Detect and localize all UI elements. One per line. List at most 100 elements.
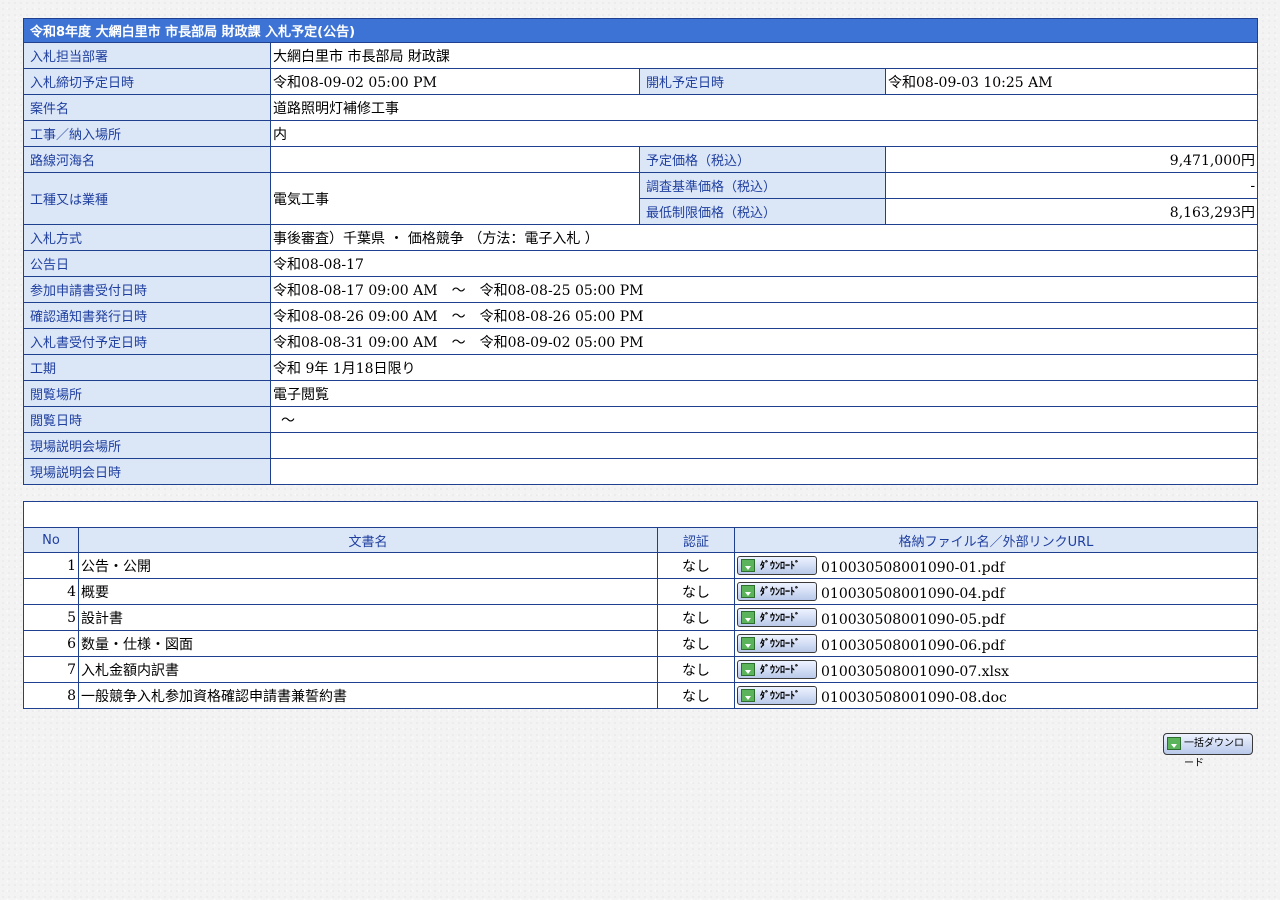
notice-title: 令和8年度 大網白里市 市長部局 財政課 入札予定(公告) [22, 18, 1259, 43]
doc-file-cell: ﾀﾞｳﾝﾛｰﾄﾞ 010030508001090-01.pdf [733, 552, 1259, 579]
place-value: 内 [269, 120, 1259, 147]
view-place-label: 閲覧場所 [23, 380, 271, 407]
confirm-value: 令和08-08-26 09:00 AM ～ 令和08-08-26 05:00 P… [269, 302, 1259, 329]
col-no-header: No [23, 527, 79, 553]
category-value: 電気工事 [270, 172, 640, 225]
route-label: 路線河海名 [23, 146, 271, 173]
category-label: 工種又は業種 [23, 172, 271, 225]
download-icon [741, 663, 755, 676]
bid-receipt-value: 令和08-08-31 09:00 AM ～ 令和08-09-02 05:00 P… [269, 328, 1259, 355]
dept-value: 大網白里市 市長部局 財政課 [269, 42, 1259, 69]
download-button-label: ﾀﾞｳﾝﾛｰﾄﾞ [760, 561, 800, 572]
download-button-label: ﾀﾞｳﾝﾛｰﾄﾞ [760, 691, 800, 702]
notice-table: 令和8年度 大網白里市 市長部局 財政課 入札予定(公告) 入札担当部署 大網白… [22, 18, 1259, 485]
doc-name: 設計書 [78, 604, 658, 631]
table-row: 4 概要 なし ﾀﾞｳﾝﾛｰﾄﾞ 010030508001090-04.pdf [23, 578, 1259, 605]
download-icon [741, 611, 755, 624]
doc-file-cell: ﾀﾞｳﾝﾛｰﾄﾞ 010030508001090-04.pdf [733, 578, 1259, 605]
case-value: 道路照明灯補修工事 [269, 94, 1259, 121]
download-button-label: ﾀﾞｳﾝﾛｰﾄﾞ [760, 587, 800, 598]
download-button[interactable]: ﾀﾞｳﾝﾛｰﾄﾞ [737, 686, 817, 705]
download-button[interactable]: ﾀﾞｳﾝﾛｰﾄﾞ [737, 634, 817, 653]
method-label: 入札方式 [23, 224, 271, 251]
table-row: 6 数量・仕様・図面 なし ﾀﾞｳﾝﾛｰﾄﾞ 010030508001090-06.pd… [23, 630, 1259, 657]
view-place-value: 電子閲覧 [269, 380, 1259, 407]
doc-no: 7 [23, 656, 79, 683]
table-row: 1 公告・公開 なし ﾀﾞｳﾝﾛｰﾄﾞ 010030508001090-01.pdf [23, 552, 1259, 579]
doc-no: 6 [23, 630, 79, 657]
doc-file-cell: ﾀﾞｳﾝﾛｰﾄﾞ 010030508001090-05.pdf [733, 604, 1259, 631]
doc-file-cell: ﾀﾞｳﾝﾛｰﾄﾞ 010030508001090-08.doc [733, 682, 1259, 709]
table-row: 7 入札金額内訳書 なし ﾀﾞｳﾝﾛｰﾄﾞ 010030508001090-07.xls… [23, 656, 1259, 683]
site-place-label: 現場説明会場所 [23, 432, 271, 459]
site-date-label: 現場説明会日時 [23, 458, 271, 485]
doc-file-name: 010030508001090-07.xlsx [821, 663, 1010, 680]
doc-no: 5 [23, 604, 79, 631]
term-value: 令和 9年 1月18日限り [269, 354, 1259, 381]
download-icon [741, 585, 755, 598]
view-date-label: 閲覧日時 [23, 406, 271, 433]
col-cert-header: 認証 [657, 527, 735, 553]
planned-price-value: 9,471,000円 [884, 146, 1259, 173]
method-value: 事後審査）千葉県 ・ 価格競争 （方法：電子入札 ） [269, 224, 1259, 251]
confirm-label: 確認通知書発行日時 [23, 302, 271, 329]
download-button-label: ﾀﾞｳﾝﾛｰﾄﾞ [760, 665, 800, 676]
doc-file-name: 010030508001090-08.doc [821, 689, 1007, 706]
doc-no: 8 [23, 682, 79, 709]
bulk-download-label: 一括ダウンロード [1184, 738, 1244, 769]
place-label: 工事／納入場所 [23, 120, 271, 147]
documents-rows: 1 公告・公開 なし ﾀﾞｳﾝﾛｰﾄﾞ 010030508001090-01.pdf 4 概… [23, 552, 1259, 709]
survey-price-value: - [884, 172, 1259, 199]
apply-label: 参加申請書受付日時 [23, 276, 271, 303]
site-date-value [269, 458, 1259, 485]
doc-file-name: 010030508001090-06.pdf [821, 637, 1005, 654]
route-value [270, 146, 640, 173]
download-button[interactable]: ﾀﾞｳﾝﾛｰﾄﾞ [737, 556, 817, 575]
download-icon [1167, 737, 1181, 750]
doc-file-name: 010030508001090-01.pdf [821, 559, 1005, 576]
table-row: 5 設計書 なし ﾀﾞｳﾝﾛｰﾄﾞ 010030508001090-05.pdf [23, 604, 1259, 631]
download-icon [741, 559, 755, 572]
site-place-value [269, 432, 1259, 459]
doc-cert: なし [657, 578, 735, 605]
doc-name: 入札金額内訳書 [78, 656, 658, 683]
col-file-header: 格納ファイル名／外部リンクURL [733, 527, 1259, 553]
documents-table: 説明文書等 No 文書名 認証 格納ファイル名／外部リンクURL 1 公告・公開な… [22, 501, 1259, 709]
dept-label: 入札担当部署 [23, 42, 271, 69]
min-price-label: 最低制限価格（税込） [639, 198, 886, 225]
announce-value: 令和08-08-17 [269, 250, 1259, 277]
notice-section: 令和8年度 大網白里市 市長部局 財政課 入札予定(公告) 入札担当部署 大網白… [22, 18, 1259, 709]
planned-price-label: 予定価格（税込） [639, 146, 886, 173]
doc-file-name: 010030508001090-05.pdf [821, 611, 1005, 628]
download-button[interactable]: ﾀﾞｳﾝﾛｰﾄﾞ [737, 582, 817, 601]
bid-receipt-label: 入札書受付予定日時 [23, 328, 271, 355]
doc-cert: なし [657, 656, 735, 683]
doc-file-cell: ﾀﾞｳﾝﾛｰﾄﾞ 010030508001090-06.pdf [733, 630, 1259, 657]
download-button-label: ﾀﾞｳﾝﾛｰﾄﾞ [760, 613, 800, 624]
apply-value: 令和08-08-17 09:00 AM ～ 令和08-08-25 05:00 P… [269, 276, 1259, 303]
doc-cert: なし [657, 682, 735, 709]
doc-file-cell: ﾀﾞｳﾝﾛｰﾄﾞ 010030508001090-07.xlsx [733, 656, 1259, 683]
doc-no: 4 [23, 578, 79, 605]
survey-price-label: 調査基準価格（税込） [639, 172, 886, 199]
term-label: 工期 [23, 354, 271, 381]
download-icon [741, 689, 755, 702]
min-price-value: 8,163,293円 [884, 198, 1259, 225]
doc-name: 公告・公開 [78, 552, 658, 579]
doc-name: 数量・仕様・図面 [78, 630, 658, 657]
doc-file-name: 010030508001090-04.pdf [821, 585, 1005, 602]
view-date-value: ～ [269, 406, 1259, 433]
bulk-download-button[interactable]: 一括ダウンロード [1163, 733, 1253, 769]
download-icon [741, 637, 755, 650]
download-button[interactable]: ﾀﾞｳﾝﾛｰﾄﾞ [737, 660, 817, 679]
deadline-label: 入札締切予定日時 [23, 68, 271, 95]
table-row: 8 一般競争入札参加資格確認申請書兼誓約書 なし ﾀﾞｳﾝﾛｰﾄﾞ 0100305080… [23, 682, 1259, 709]
doc-no: 1 [23, 552, 79, 579]
documents-title: 説明文書等 [22, 501, 1259, 528]
announce-label: 公告日 [23, 250, 271, 277]
download-button[interactable]: ﾀﾞｳﾝﾛｰﾄﾞ [737, 608, 817, 627]
opening-label: 開札予定日時 [639, 68, 886, 95]
deadline-value: 令和08-09-02 05:00 PM [270, 68, 640, 95]
doc-cert: なし [657, 630, 735, 657]
doc-cert: なし [657, 604, 735, 631]
